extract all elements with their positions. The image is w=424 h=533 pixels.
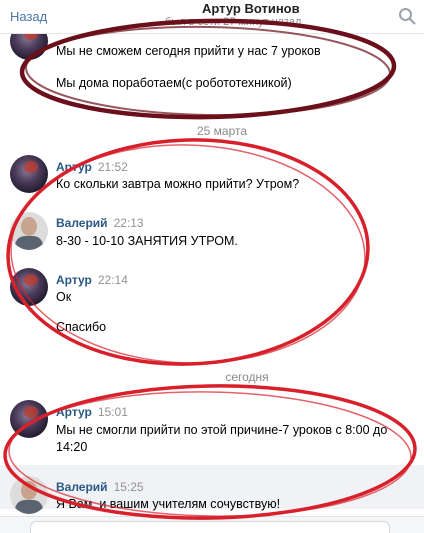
message-time: 15:25 [113,480,144,494]
message-text: Мы не смогли прийти по этой причине-7 ур… [56,423,388,437]
message-text: 8-30 - 10-10 ЗАНЯТИЯ УТРОМ. [56,234,238,248]
avatar[interactable] [10,268,48,306]
message-time: 21:52 [97,160,128,174]
message-time: 22:13 [113,216,144,230]
message-input-bar [0,516,424,533]
message-author[interactable]: Валерий 22:13 [56,216,144,230]
chat-header: Назад Артур Вотинов был в сети 27 минут … [0,0,424,34]
message-text: Мы дома поработаем(с робототехникой) [56,76,292,90]
avatar[interactable] [10,212,48,250]
message-author[interactable]: Артур 15:01 [56,405,128,419]
avatar[interactable] [10,155,48,193]
date-separator: сегодня [225,370,269,384]
message-text: Ок [56,290,72,304]
annotation-ellipse [25,25,391,117]
date-separator: 25 марта [196,124,248,138]
message-author[interactable]: Артур 21:52 [56,160,128,174]
message-time: 22:14 [97,273,128,287]
message-author[interactable]: Артур 22:14 [56,273,128,287]
avatar[interactable] [10,400,48,438]
message-input[interactable] [30,521,390,533]
chat-title: Артур Вотинов [202,1,300,16]
message-author[interactable]: Валерий 15:25 [56,480,144,494]
chat-title-block[interactable]: Артур Вотинов был в сети 27 минут назад [150,1,350,28]
message-time: 15:01 [97,405,128,419]
avatar[interactable] [10,476,48,514]
message-text: Я Вам, и вашим учителям сочувствую! [56,497,281,511]
message-text: Спасибо [56,320,107,334]
search-icon[interactable] [398,7,416,25]
message-text: Мы не сможем сегодня прийти у нас 7 урок… [56,44,321,58]
last-seen-status: был в сети 27 минут назад [165,16,302,28]
back-button[interactable]: Назад [10,9,47,24]
message-text: Ко скольки завтра можно прийти? Утром? [56,177,300,191]
message-text: 14:20 [56,440,88,454]
